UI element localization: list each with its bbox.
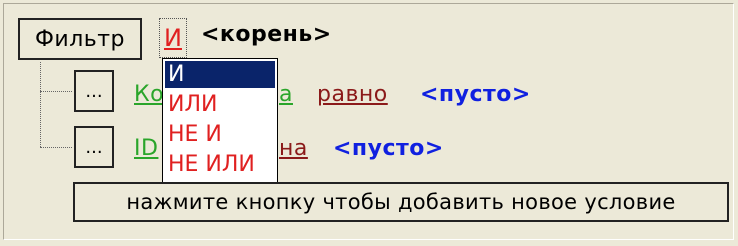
dropdown-item-or[interactable]: ИЛИ [165,91,275,118]
condition-menu-button-1[interactable]: ... [74,70,114,112]
tree-line-vertical [40,62,41,147]
condition-field-1[interactable]: Ко [134,82,164,107]
condition-menu-button-2[interactable]: ... [74,126,114,168]
dropdown-item-not-and[interactable]: НЕ И [165,121,275,148]
add-condition-hint-button[interactable]: нажмите кнопку чтобы добавить новое усло… [73,182,729,222]
condition-operator-2-tail[interactable]: на [279,136,308,161]
filter-editor-panel: Фильтр И <корень> ... Ко а равно <пусто>… [3,3,734,240]
tree-line-branch-1 [40,91,72,92]
dropdown-item-and[interactable]: И [165,61,275,88]
condition-field-1-tail[interactable]: а [279,82,293,107]
group-operator-dropdown[interactable]: И ИЛИ НЕ И НЕ ИЛИ [162,58,278,185]
condition-field-2[interactable]: ID [134,136,158,161]
condition-value-1[interactable]: <пусто> [420,82,531,107]
condition-value-2[interactable]: <пусто> [333,136,444,161]
dropdown-item-not-or[interactable]: НЕ ИЛИ [165,151,275,178]
root-operator-link[interactable]: И [159,18,187,58]
tree-line-branch-2 [40,147,72,148]
condition-operator-1[interactable]: равно [317,82,388,107]
filter-button[interactable]: Фильтр [18,18,142,60]
root-node-label: <корень> [201,22,332,47]
